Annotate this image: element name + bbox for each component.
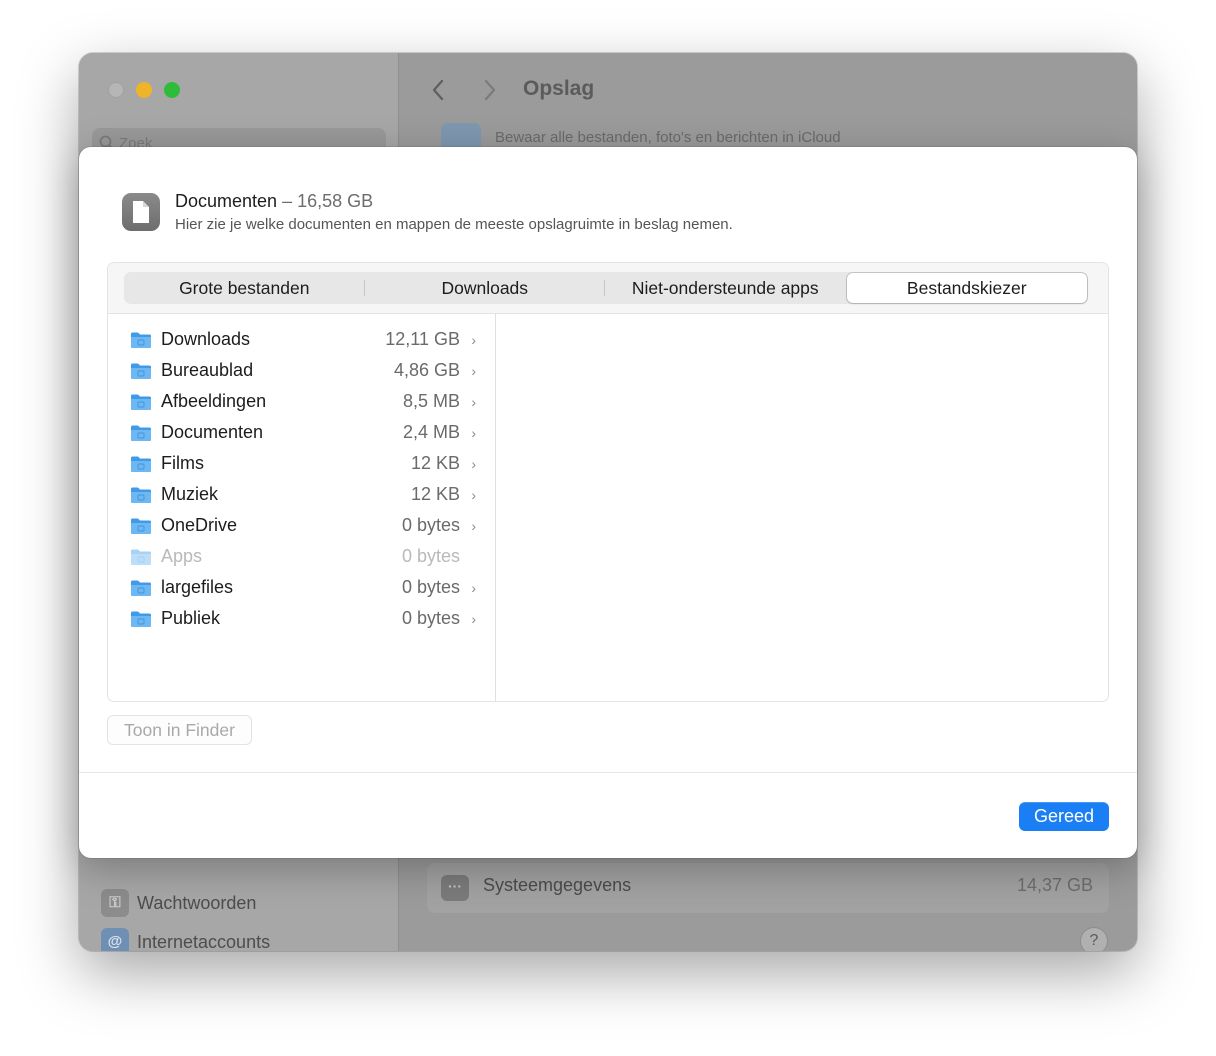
folder-name: largefiles xyxy=(161,577,234,597)
ellipsis-icon: ··· xyxy=(441,875,469,901)
tab-large-files[interactable]: Grote bestanden xyxy=(124,272,365,304)
folder-size: 12,11 GB xyxy=(385,329,460,349)
chevron-right-icon: › xyxy=(471,486,476,503)
folder-name: OneDrive xyxy=(161,515,238,535)
back-chevron-icon[interactable] xyxy=(424,75,454,105)
folder-name: Afbeeldingen xyxy=(161,391,267,411)
done-button[interactable]: Gereed xyxy=(1019,802,1109,831)
icloud-description: Bewaar alle bestanden, foto's en bericht… xyxy=(495,129,841,146)
folder-size: 0 bytes xyxy=(401,577,460,597)
chevron-right-icon: › xyxy=(471,393,476,410)
folder-row[interactable]: Bureaublad 4,86 GB › xyxy=(130,355,476,386)
tab-label: Niet-ondersteunde apps xyxy=(631,278,819,298)
close-window-button[interactable] xyxy=(108,82,124,98)
folder-name: Downloads xyxy=(161,329,251,349)
folder-size: 12 KB xyxy=(410,453,460,473)
pictures-folder-icon xyxy=(131,394,151,410)
alias-folder-icon xyxy=(131,518,151,534)
folder-name: Apps xyxy=(161,546,203,566)
key-icon: ⚿ xyxy=(101,889,129,917)
panel-header: Grote bestanden Downloads Niet-ondersteu… xyxy=(108,263,1108,314)
folder-size: 0 bytes xyxy=(401,608,460,628)
documents-sheet: Documenten – 16,58 GB Hier zie je welke … xyxy=(79,147,1137,858)
folder-size: 12 KB xyxy=(410,484,460,504)
folder-size: 2,4 MB xyxy=(402,422,460,442)
sheet-subtitle: Hier zie je welke documenten en mappen d… xyxy=(175,216,733,233)
sheet-divider xyxy=(79,772,1137,773)
movies-folder-icon xyxy=(131,456,151,472)
tab-file-browser[interactable]: Bestandskiezer xyxy=(846,273,1087,303)
tab-unsupported-apps[interactable]: Niet-ondersteunde apps xyxy=(605,272,846,304)
apps-folder-icon xyxy=(131,549,151,565)
desktop-folder-icon xyxy=(131,363,151,379)
chevron-right-icon: › xyxy=(471,362,476,379)
folder-size: 0 bytes xyxy=(401,515,460,535)
storage-row-system-data[interactable]: ··· Systeemgegevens 14,37 GB xyxy=(427,863,1109,913)
chevron-right-icon: › xyxy=(471,424,476,441)
storage-row-label: Systeemgegevens xyxy=(483,875,632,895)
music-folder-icon xyxy=(131,487,151,503)
forward-chevron-icon[interactable] xyxy=(474,75,504,105)
folder-list: Downloads 12,11 GB › Bureaublad 4,86 GB › Afbe… xyxy=(108,314,496,701)
folder-row[interactable]: Documenten 2,4 MB › xyxy=(130,417,476,448)
chevron-right-icon: › xyxy=(471,331,476,348)
folder-row[interactable]: OneDrive 0 bytes › xyxy=(130,510,476,541)
chevron-right-icon: › xyxy=(471,455,476,472)
folder-row[interactable]: Muziek 12 KB › xyxy=(130,479,476,510)
folder-name: Publiek xyxy=(161,608,221,628)
folder-name: Bureaublad xyxy=(161,360,254,380)
tab-label: Downloads xyxy=(441,278,529,298)
folder-name: Documenten xyxy=(161,422,264,442)
chevron-right-icon: › xyxy=(471,517,476,534)
folder-row[interactable]: Films 12 KB › xyxy=(130,448,476,479)
chevron-right-icon: › xyxy=(471,579,476,596)
folder-size: 0 bytes xyxy=(401,546,460,566)
folder-row[interactable]: largefiles 0 bytes › xyxy=(130,572,476,603)
sheet-title: Documenten – 16,58 GB xyxy=(175,191,373,212)
storage-row-size: 14,37 GB xyxy=(1016,875,1093,895)
folder-icon xyxy=(131,580,151,596)
folder-size: 8,5 MB xyxy=(402,391,460,411)
tab-downloads[interactable]: Downloads xyxy=(365,272,605,304)
segmented-control: Grote bestanden Downloads Niet-ondersteu… xyxy=(124,272,1088,304)
tab-label: Grote bestanden xyxy=(179,278,310,298)
minimize-window-button[interactable] xyxy=(136,82,152,98)
folder-row: Apps 0 bytes xyxy=(130,541,476,572)
folder-size: 4,86 GB xyxy=(393,360,460,380)
public-folder-icon xyxy=(131,611,151,627)
folder-row[interactable]: Publiek 0 bytes › xyxy=(130,603,476,634)
help-button[interactable]: ? xyxy=(1080,927,1108,951)
at-icon: @ xyxy=(101,928,129,951)
folder-name: Muziek xyxy=(161,484,219,504)
folder-name: Films xyxy=(161,453,204,473)
sidebar-item-internet-accounts[interactable]: @ Internetaccounts xyxy=(101,927,270,951)
show-in-finder-button[interactable]: Toon in Finder xyxy=(107,715,252,745)
downloads-folder-icon xyxy=(131,332,151,348)
sheet-title-name: Documenten xyxy=(175,191,278,211)
detail-pane xyxy=(496,314,1108,701)
tab-label: Bestandskiezer xyxy=(906,278,1027,298)
zoom-window-button[interactable] xyxy=(164,82,180,98)
sheet-title-size: – 16,58 GB xyxy=(282,191,374,211)
sidebar-item-label: Wachtwoorden xyxy=(137,892,257,913)
documents-folder-icon xyxy=(131,425,151,441)
sidebar-item-passwords[interactable]: ⚿ Wachtwoorden xyxy=(101,888,256,918)
documents-panel: Grote bestanden Downloads Niet-ondersteu… xyxy=(107,262,1109,702)
document-icon xyxy=(122,193,160,231)
folder-row[interactable]: Downloads 12,11 GB › xyxy=(130,324,476,355)
sidebar-item-label: Internetaccounts xyxy=(137,931,271,952)
window-title: Opslag xyxy=(523,77,595,100)
chevron-right-icon: › xyxy=(471,610,476,627)
folder-row[interactable]: Afbeeldingen 8,5 MB › xyxy=(130,386,476,417)
